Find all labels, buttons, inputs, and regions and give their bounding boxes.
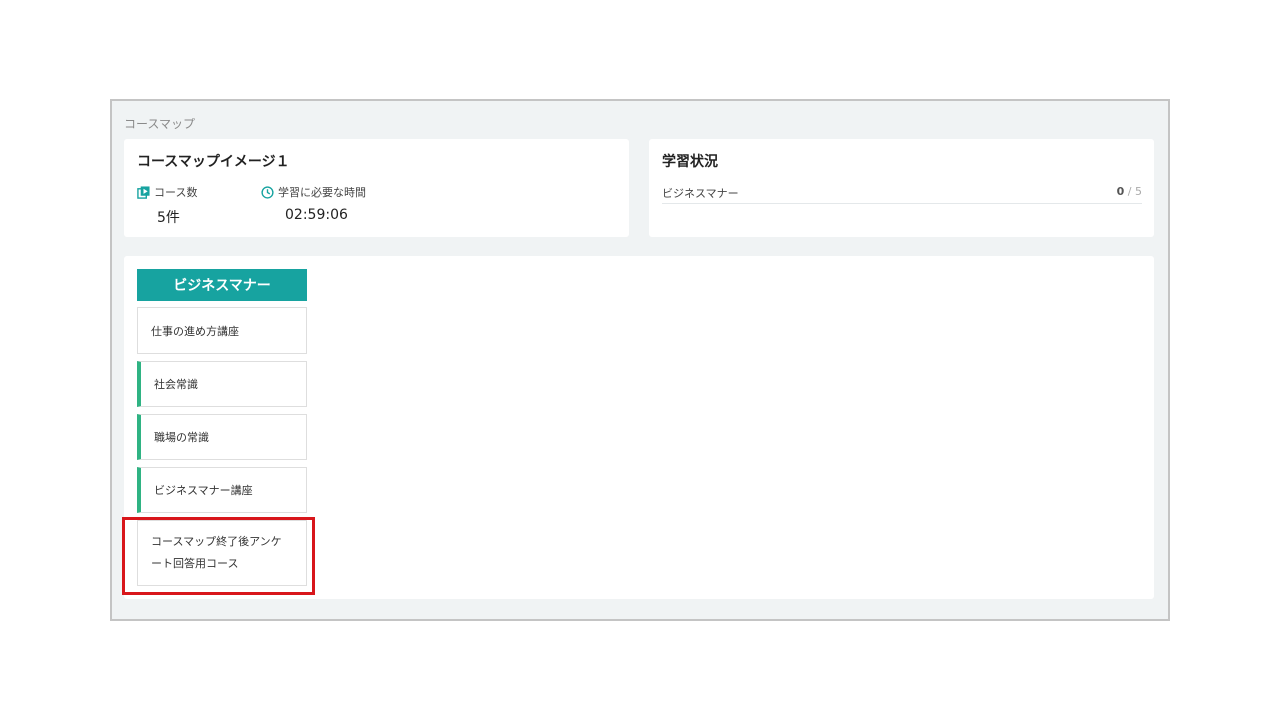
required-time-value: 02:59:06 <box>285 207 348 223</box>
course-count-value: 5件 <box>157 210 180 226</box>
learning-status-title: 学習状況 <box>662 154 718 170</box>
course-map-info-card: コースマップイメージ１ コース数 5件 学習に必要な時間 02:59:06 <box>124 139 629 237</box>
required-time-label: 学習に必要な時間 <box>261 184 366 200</box>
status-row-name: ビジネスマナー <box>662 187 739 200</box>
category-header-business-manners: ビジネスマナー <box>137 269 307 301</box>
course-count-label: コース数 <box>137 184 197 200</box>
course-item-social-common-sense[interactable]: 社会常識 <box>137 361 307 407</box>
course-item-work-method[interactable]: 仕事の進め方講座 <box>137 307 307 354</box>
status-row: ビジネスマナー 0 / 5 <box>662 185 1142 204</box>
course-item-workplace-common-sense[interactable]: 職場の常識 <box>137 414 307 460</box>
course-map-title: コースマップイメージ１ <box>137 154 290 170</box>
course-item-business-manners[interactable]: ビジネスマナー講座 <box>137 467 307 513</box>
status-row-count: 0 / 5 <box>1116 185 1142 198</box>
play-book-icon <box>137 185 150 199</box>
course-item-survey[interactable]: コースマップ終了後アンケ ート回答用コース <box>137 520 307 586</box>
course-map-panel: コースマップ コースマップイメージ１ コース数 5件 学習に必要な時間 02:5… <box>110 99 1170 621</box>
learning-status-card: 学習状況 ビジネスマナー 0 / 5 <box>649 139 1154 237</box>
course-map-area: ビジネスマナー 仕事の進め方講座 社会常識 職場の常識 ビジネスマナー講座 コー… <box>124 256 1154 599</box>
clock-icon <box>261 185 274 199</box>
section-title: コースマップ <box>124 117 196 131</box>
